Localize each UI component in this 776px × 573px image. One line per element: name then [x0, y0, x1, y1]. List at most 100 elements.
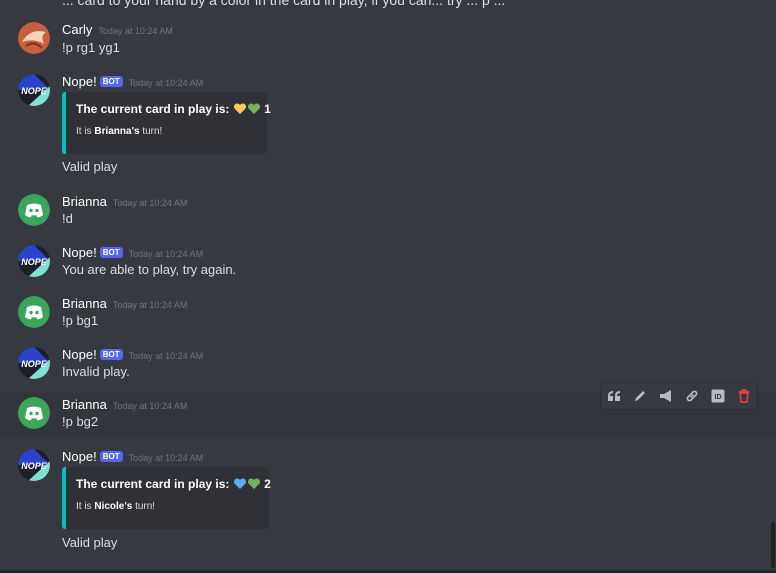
message-header: Nope! BOT Today at 10:24 AM [62, 347, 203, 362]
green-heart-icon [247, 478, 260, 489]
embed-desc-suffix: turn! [139, 126, 163, 137]
green-heart-icon [247, 103, 260, 114]
author-name[interactable]: Nope! [62, 449, 97, 464]
delete-button[interactable] [734, 386, 754, 406]
avatar[interactable]: NOPE [18, 347, 50, 379]
author-name[interactable]: Nope! [62, 347, 97, 362]
timestamp[interactable]: Today at 10:24 AM [113, 198, 188, 208]
message: Carly Today at 10:24 AM !p rg1 yg1 [0, 20, 776, 64]
discord-avatar-icon [18, 296, 50, 328]
timestamp[interactable]: Today at 10:24 AM [129, 351, 204, 361]
embed-title: The current card in play is: 2 [76, 477, 271, 491]
embed: The current card in play is: 2 It is Nic… [62, 467, 271, 529]
megaphone-icon [660, 390, 671, 402]
discord-avatar-icon [18, 397, 50, 429]
embed-title-text: The current card in play is: [76, 102, 230, 116]
copy-id-button[interactable]: ID [708, 386, 728, 406]
embed: The current card in play is: 1 It is Bri… [62, 92, 271, 154]
nope-bot-avatar-icon: NOPE [18, 449, 50, 481]
nope-bot-avatar-icon: NOPE [18, 245, 50, 277]
svg-text:NOPE: NOPE [21, 359, 48, 369]
embed-title-text: The current card in play is: [76, 477, 230, 491]
avatar[interactable]: NOPE [18, 74, 50, 106]
message-header: Brianna Today at 10:24 AM [62, 397, 187, 412]
link-icon [686, 390, 698, 402]
bot-tag: BOT [99, 247, 123, 258]
nope-bot-avatar-icon: NOPE [18, 347, 50, 379]
message-content: Invalid play. [62, 364, 130, 379]
player-name: Brianna's [94, 126, 140, 137]
card-number: 2 [264, 477, 271, 491]
message: NOPE Nope! BOT Today at 10:24 AM Invalid p… [0, 345, 776, 385]
author-name[interactable]: Carly [62, 22, 92, 37]
author-name[interactable]: Brianna [62, 194, 107, 209]
id-icon: ID [711, 389, 725, 403]
embed-description: It is Brianna's turn! [76, 126, 162, 137]
message-content: !p bg2 [62, 414, 99, 429]
message-content: Valid play [62, 159, 118, 174]
author-name[interactable]: Brianna [62, 296, 107, 311]
quote-icon [608, 391, 620, 401]
avatar[interactable] [18, 22, 50, 54]
message: Brianna Today at 10:24 AM !p bg1 [0, 294, 776, 334]
message-header: Nope! BOT Today at 10:24 AM [62, 245, 203, 260]
bot-tag: BOT [99, 451, 123, 462]
timestamp[interactable]: Today at 10:24 AM [113, 300, 188, 310]
timestamp[interactable]: Today at 10:24 AM [113, 401, 188, 411]
author-name[interactable]: Nope! [62, 245, 97, 260]
message-header: Nope! BOT Today at 10:24 AM [62, 74, 203, 89]
carly-avatar-icon [18, 22, 50, 54]
message: NOPE Nope! BOT Today at 10:24 AM You are a… [0, 243, 776, 283]
nope-bot-avatar-icon: NOPE [18, 74, 50, 106]
embed-title: The current card in play is: 1 [76, 102, 271, 116]
message-content: !p bg1 [62, 313, 99, 328]
embed-description: It is Nicole's turn! [76, 501, 155, 512]
message: NOPE Nope! BOT Today at 10:24 AM The curre… [0, 72, 776, 182]
embed-desc-suffix: turn! [132, 501, 156, 512]
message-content: You are able to play, try again. [62, 262, 237, 277]
svg-text:NOPE: NOPE [21, 461, 48, 471]
svg-text:NOPE: NOPE [21, 86, 48, 96]
timestamp[interactable]: Today at 10:24 AM [98, 26, 173, 36]
discord-avatar-icon [18, 194, 50, 226]
timestamp[interactable]: Today at 10:24 AM [129, 249, 204, 259]
message-content: !d [62, 211, 73, 226]
copy-link-button[interactable] [682, 386, 702, 406]
edit-button[interactable] [630, 386, 650, 406]
avatar[interactable] [18, 296, 50, 328]
avatar[interactable] [18, 397, 50, 429]
player-name: Nicole's [94, 501, 133, 512]
message-content: Valid play [62, 535, 118, 550]
blue-heart-icon [233, 478, 246, 489]
message-header: Carly Today at 10:24 AM [62, 22, 173, 37]
embed-desc-prefix: It is [76, 501, 95, 512]
partial-message-text: ... card to your hand by a color in the … [62, 0, 506, 8]
scrollbar[interactable] [771, 522, 775, 568]
bot-tag: BOT [99, 349, 123, 360]
message-header: Brianna Today at 10:24 AM [62, 296, 187, 311]
timestamp[interactable]: Today at 10:24 AM [129, 453, 204, 463]
avatar[interactable]: NOPE [18, 449, 50, 481]
author-name[interactable]: Brianna [62, 397, 107, 412]
bot-tag: BOT [99, 76, 123, 87]
message: NOPE Nope! BOT Today at 10:24 AM The curre… [0, 447, 776, 557]
timestamp[interactable]: Today at 10:24 AM [129, 78, 204, 88]
message: Brianna Today at 10:24 AM !d [0, 192, 776, 232]
trash-icon [739, 389, 749, 403]
author-name[interactable]: Nope! [62, 74, 97, 89]
avatar[interactable] [18, 194, 50, 226]
embed-desc-prefix: It is [76, 126, 95, 137]
chat-messages: ... card to your hand by a color in the … [0, 0, 776, 573]
announce-button[interactable] [656, 386, 676, 406]
pencil-icon [635, 391, 645, 401]
quote-button[interactable] [604, 386, 624, 406]
svg-text:NOPE: NOPE [21, 257, 48, 267]
id-icon-label: ID [715, 394, 722, 401]
message-header: Nope! BOT Today at 10:24 AM [62, 449, 203, 464]
message-content: !p rg1 yg1 [62, 40, 120, 55]
card-number: 1 [264, 102, 271, 116]
message-header: Brianna Today at 10:24 AM [62, 194, 187, 209]
avatar[interactable]: NOPE [18, 245, 50, 277]
message-actions-toolbar: ID [601, 383, 757, 409]
yellow-heart-icon [233, 103, 246, 114]
